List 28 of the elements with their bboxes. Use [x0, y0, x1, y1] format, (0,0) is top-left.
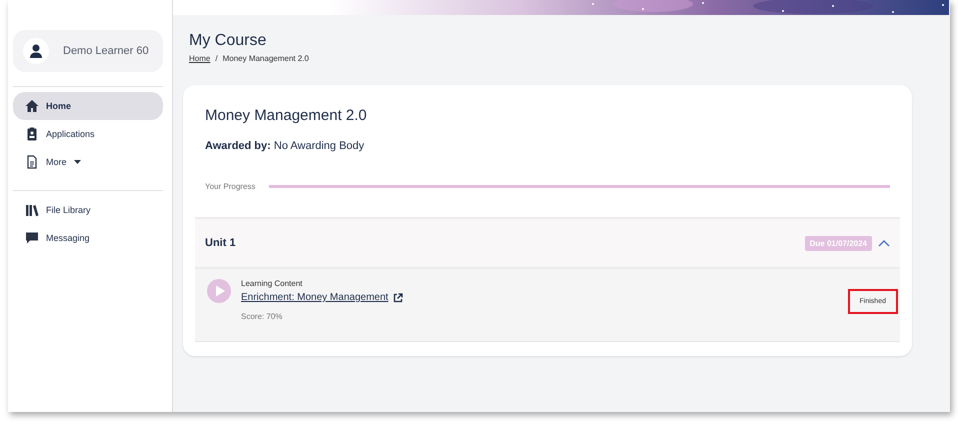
item-type: Learning Content	[241, 279, 304, 288]
nav-item[interactable]: Applications	[13, 120, 163, 148]
score-text: Score: 70%	[241, 312, 284, 321]
unit-header[interactable]: Unit 1 Due 01/07/2024	[195, 219, 900, 269]
unit-title: Unit 1	[205, 237, 237, 249]
breadcrumb-current: Money Management 2.0	[222, 54, 309, 63]
page-title: My Course	[189, 32, 268, 50]
document-icon	[25, 155, 39, 169]
due-date-tag: Due 01/07/2024	[804, 236, 872, 250]
nav-item[interactable]: More	[13, 148, 163, 176]
nav-item[interactable]: File Library	[13, 196, 163, 224]
breadcrumb-separator: /	[215, 54, 218, 63]
breadcrumb-link[interactable]: Home	[189, 54, 210, 63]
user-name: Demo Learner 60	[63, 45, 149, 57]
clipboard-icon	[25, 127, 39, 141]
chat-icon	[25, 231, 39, 245]
nav-item[interactable]: Messaging	[13, 224, 163, 252]
course-title: Money Management 2.0	[205, 107, 368, 124]
external-link-icon[interactable]	[393, 292, 404, 302]
content-link[interactable]: Enrichment: Money Management	[241, 292, 388, 303]
progress-label: Your Progress	[205, 182, 256, 191]
awarded-by-text: Awarded by: No Awarding Body	[205, 140, 366, 152]
user-avatar-icon	[23, 38, 49, 64]
chevron-up-icon[interactable]	[878, 239, 890, 247]
books-icon	[25, 203, 39, 217]
home-icon	[25, 99, 39, 113]
nav-item[interactable]: Home	[13, 92, 163, 120]
user-card[interactable]: Demo Learner 60	[13, 30, 163, 72]
